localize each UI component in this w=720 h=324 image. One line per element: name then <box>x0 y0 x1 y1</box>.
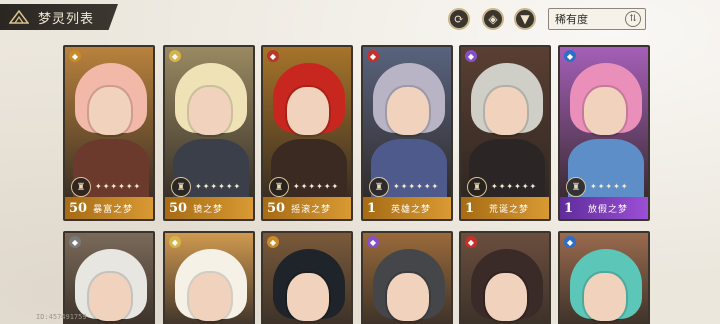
character-card[interactable]: ◆ <box>261 231 353 324</box>
filter-button[interactable]: ▼ <box>514 8 536 30</box>
character-name: 暴富之梦 <box>93 204 134 215</box>
element-icon: ◆ <box>267 236 279 248</box>
dream-logo-icon <box>8 9 30 25</box>
character-name: 摇滚之梦 <box>291 204 332 215</box>
page-title-tab: 梦灵列表 <box>0 4 118 30</box>
badge-button[interactable]: ◈ <box>482 8 504 30</box>
name-bar: 50 摇滚之梦 <box>263 197 351 219</box>
star-rating: ✦✦✦✦✦ <box>590 182 629 191</box>
badge-icon: ◈ <box>488 12 498 26</box>
star-rating: ✦✦✦✦✦✦ <box>95 182 142 191</box>
face-shape <box>189 273 231 321</box>
filter-icon: ▼ <box>520 12 530 26</box>
face-shape <box>387 273 429 321</box>
face-shape <box>485 87 527 135</box>
character-level: 1 <box>465 200 475 216</box>
character-card[interactable]: ◆ <box>459 231 551 324</box>
class-icon: ♜ <box>269 177 289 197</box>
character-level: 50 <box>69 200 88 216</box>
refresh-icon: ⟳ <box>453 12 465 26</box>
character-card[interactable]: ◆ <box>163 231 255 324</box>
refresh-button[interactable]: ⟳ <box>448 8 470 30</box>
character-card[interactable]: ◆ ♜ ✦✦✦✦✦✦ 1 荒诞之梦 <box>459 45 551 221</box>
face-shape <box>387 87 429 135</box>
face-shape <box>287 273 329 321</box>
element-icon: ◆ <box>465 50 477 62</box>
character-name: 荒诞之梦 <box>489 204 530 215</box>
star-rating: ✦✦✦✦✦✦ <box>393 182 440 191</box>
character-level: 50 <box>267 200 286 216</box>
sort-dropdown[interactable]: 稀有度 ⇅ <box>548 8 646 30</box>
page-title: 梦灵列表 <box>38 11 95 27</box>
star-rating: ✦✦✦✦✦✦ <box>293 182 340 191</box>
character-name: 英雄之梦 <box>391 204 432 215</box>
class-icon: ♜ <box>369 177 389 197</box>
character-level: 1 <box>564 200 574 216</box>
element-icon: ◆ <box>465 236 477 248</box>
character-card[interactable]: ◆ ♜ ✦✦✦✦✦✦ 50 镜之梦 <box>163 45 255 221</box>
element-icon: ◆ <box>267 50 279 62</box>
face-shape <box>584 87 626 135</box>
character-card[interactable]: ◆ <box>558 231 650 324</box>
element-icon: ◆ <box>169 236 181 248</box>
star-rating: ✦✦✦✦✦✦ <box>491 182 538 191</box>
element-icon: ◆ <box>367 236 379 248</box>
name-bar: 50 镜之梦 <box>165 197 253 219</box>
element-icon: ◆ <box>169 50 181 62</box>
class-icon: ♜ <box>171 177 191 197</box>
element-icon: ◆ <box>564 236 576 248</box>
character-card[interactable]: ◆ ♜ ✦✦✦✦✦ 1 放假之梦 <box>558 45 650 221</box>
name-bar: 1 荒诞之梦 <box>461 197 549 219</box>
character-card[interactable]: ◆ ♜ ✦✦✦✦✦✦ 50 暴富之梦 <box>63 45 155 221</box>
face-shape <box>89 87 131 135</box>
name-bar: 1 英雄之梦 <box>363 197 451 219</box>
character-level: 50 <box>169 200 188 216</box>
star-rating: ✦✦✦✦✦✦ <box>195 182 242 191</box>
class-icon: ♜ <box>566 177 586 197</box>
user-id: ID:457491759 <box>36 313 87 321</box>
class-icon: ♜ <box>71 177 91 197</box>
character-card[interactable]: ◆ <box>63 231 155 324</box>
element-icon: ◆ <box>564 50 576 62</box>
name-bar: 50 暴富之梦 <box>65 197 153 219</box>
character-level: 1 <box>367 200 377 216</box>
element-icon: ◆ <box>69 50 81 62</box>
element-icon: ◆ <box>367 50 379 62</box>
class-icon: ♜ <box>467 177 487 197</box>
sort-label: 稀有度 <box>555 13 588 26</box>
sort-order-icon[interactable]: ⇅ <box>625 11 641 27</box>
face-shape <box>584 273 626 321</box>
character-card[interactable]: ◆ <box>361 231 453 324</box>
face-shape <box>287 87 329 135</box>
name-bar: 1 放假之梦 <box>560 197 648 219</box>
character-name: 镜之梦 <box>193 204 224 215</box>
element-icon: ◆ <box>69 236 81 248</box>
face-shape <box>189 87 231 135</box>
character-card[interactable]: ◆ ♜ ✦✦✦✦✦✦ 50 摇滚之梦 <box>261 45 353 221</box>
face-shape <box>89 273 131 321</box>
character-card[interactable]: ◆ ♜ ✦✦✦✦✦✦ 1 英雄之梦 <box>361 45 453 221</box>
face-shape <box>485 273 527 321</box>
character-name: 放假之梦 <box>588 204 629 215</box>
